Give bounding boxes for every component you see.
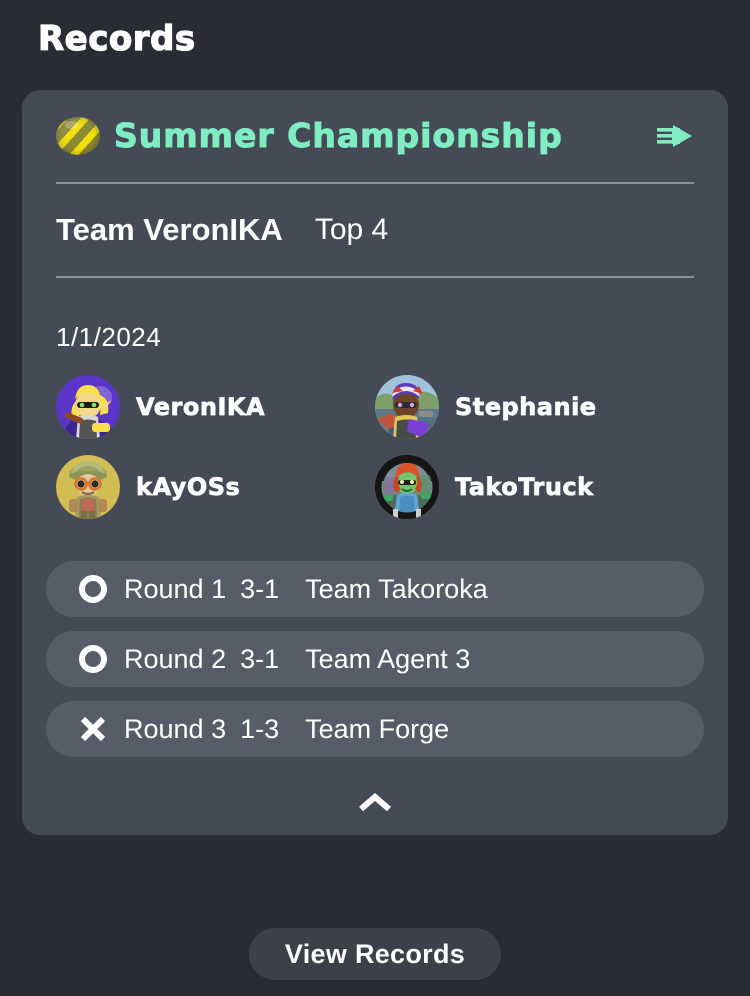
footer: View Records <box>0 928 750 980</box>
player-name: TakoTruck <box>455 473 594 502</box>
striped-medal-icon <box>56 117 100 155</box>
round-label: Round 2 <box>124 643 227 674</box>
list-item[interactable]: Stephanie <box>375 375 694 439</box>
record-card: Summer Championship Team VeronIKA Top 4 … <box>22 90 728 835</box>
round-opponent: Team Forge <box>305 713 450 744</box>
records-page: Records Summer Championship Team VeronIK… <box>0 0 750 996</box>
cross-x-icon <box>80 716 106 742</box>
round-score: 3-1 <box>240 573 280 604</box>
event-title: Summer Championship <box>114 116 563 156</box>
arrow-right-icon[interactable] <box>656 122 694 150</box>
round-score: 1-3 <box>240 713 280 744</box>
chevron-up-icon[interactable] <box>358 793 392 813</box>
table-row[interactable]: Round 1 3-1 Team Takoroka <box>46 561 704 617</box>
table-row[interactable]: Round 2 3-1 Team Agent 3 <box>46 631 704 687</box>
list-item[interactable]: kAyOSs <box>56 455 375 519</box>
player-list: VeronIKA Stephanie kAyOSs TakoTruck <box>56 375 694 519</box>
team-name: Team VeronIKA <box>56 212 283 247</box>
team-placement-block: Team VeronIKA Top 4 <box>56 182 694 278</box>
player-name: Stephanie <box>455 393 597 422</box>
circle-o-icon <box>79 575 107 603</box>
avatar <box>56 375 120 439</box>
record-date: 1/1/2024 <box>56 322 162 352</box>
avatar <box>375 455 439 519</box>
round-list: Round 1 3-1 Team Takoroka Round 2 3-1 Te… <box>46 561 704 757</box>
avatar <box>375 375 439 439</box>
placement-label: Top 4 <box>314 213 389 246</box>
page-title: Records <box>37 18 196 59</box>
round-label: Round 3 <box>124 713 227 744</box>
round-label: Round 1 <box>124 573 227 604</box>
round-opponent: Team Takoroka <box>305 573 488 604</box>
view-records-button[interactable]: View Records <box>248 928 502 980</box>
list-item[interactable]: TakoTruck <box>375 455 694 519</box>
player-name: VeronIKA <box>136 393 266 422</box>
round-opponent: Team Agent 3 <box>305 643 471 674</box>
collapse-row <box>22 771 728 835</box>
avatar <box>56 455 120 519</box>
circle-o-icon <box>79 645 107 673</box>
player-name: kAyOSs <box>136 473 241 502</box>
list-item[interactable]: VeronIKA <box>56 375 375 439</box>
record-card-header: Summer Championship <box>22 90 728 182</box>
round-score: 3-1 <box>240 643 280 674</box>
table-row[interactable]: Round 3 1-3 Team Forge <box>46 701 704 757</box>
